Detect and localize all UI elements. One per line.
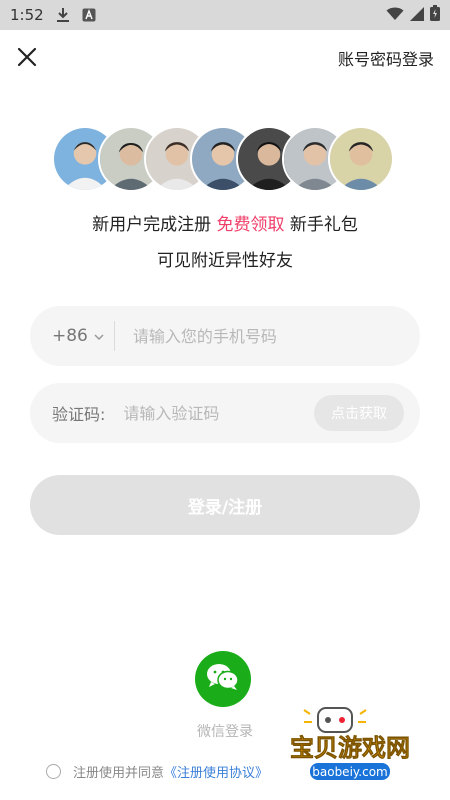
app-notification-icon (82, 8, 96, 22)
phone-field: +86 (30, 306, 420, 366)
download-icon (56, 7, 70, 23)
verification-code-field: 验证码: 点击获取 (30, 383, 420, 443)
agreement-text: 注册使用并同意 (73, 766, 165, 781)
code-label: 验证码: (52, 405, 106, 424)
battery-icon (430, 5, 440, 25)
agreement-link[interactable]: 《注册使用协议》 (164, 762, 268, 781)
agreement-radio[interactable] (46, 764, 61, 779)
close-icon[interactable] (14, 44, 40, 70)
signal-icon (410, 6, 424, 25)
watermark-logo: 宝贝游戏网 baobeiy.com (280, 706, 420, 786)
status-bar: 1:52 (0, 0, 450, 30)
wechat-login-button[interactable] (195, 651, 251, 707)
phone-input[interactable] (132, 326, 383, 346)
avatar-group (52, 126, 402, 192)
divider (113, 321, 115, 351)
promo-prefix: 新用户完成注册 (92, 215, 212, 235)
svg-text:宝贝游戏网: 宝贝游戏网 (290, 734, 410, 762)
login-register-button[interactable]: 登录/注册 (30, 475, 420, 535)
promo-suffix: 新手礼包 (289, 215, 358, 235)
promo-line-2: 可见附近异性好友 (157, 251, 293, 271)
wifi-icon (386, 6, 404, 25)
code-input[interactable] (123, 403, 284, 423)
svg-text:baobeiy.com: baobeiy.com (312, 765, 387, 779)
country-code: +86 (52, 326, 88, 346)
get-code-button[interactable]: 点击获取 (314, 395, 404, 431)
country-code-selector[interactable]: +86 (52, 326, 104, 346)
promo-line-1: 新用户完成注册 免费领取 新手礼包 (0, 210, 450, 235)
account-password-login-link[interactable]: 账号密码登录 (338, 46, 434, 70)
status-time: 1:52 (10, 6, 44, 24)
avatar (328, 126, 394, 192)
agreement-row: 注册使用并同意 《注册使用协议》 (46, 762, 268, 781)
promo-highlight: 免费领取 (216, 215, 285, 235)
wechat-icon (205, 662, 241, 696)
chevron-down-icon (94, 326, 104, 346)
